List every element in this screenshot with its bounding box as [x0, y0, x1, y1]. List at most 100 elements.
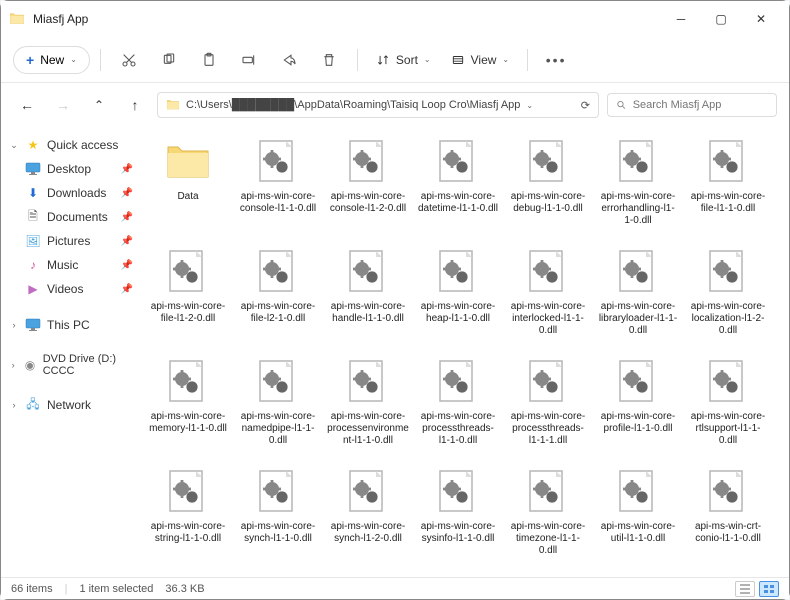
share-button[interactable]: [271, 44, 307, 76]
chevron-down-icon: ⌄: [502, 55, 509, 64]
sidebar-item-videos[interactable]: ▶ Videos 📌: [3, 277, 139, 301]
file-item[interactable]: api-ms-win-core-processenvironment-l1-1-…: [325, 355, 411, 463]
network-icon: 🖧: [25, 397, 41, 413]
dll-icon: [254, 249, 302, 297]
file-label: api-ms-win-core-synch-l1-2-0.dll: [327, 521, 409, 545]
view-label: View: [471, 53, 497, 67]
file-item[interactable]: api-ms-win-crt-conio-l1-1-0.dll: [685, 465, 771, 573]
more-button[interactable]: •••: [538, 44, 574, 76]
file-item[interactable]: api-ms-win-core-handle-l1-1-0.dll: [325, 245, 411, 353]
delete-icon: [321, 52, 337, 68]
file-item[interactable]: api-ms-win-core-file-l1-2-0.dll: [145, 245, 231, 353]
file-item[interactable]: api-ms-win-core-processthreads-l1-1-0.dl…: [415, 355, 501, 463]
file-item[interactable]: api-ms-win-core-console-l1-2-0.dll: [325, 135, 411, 243]
file-item[interactable]: api-ms-win-core-synch-l1-1-0.dll: [235, 465, 321, 573]
music-icon: ♪: [25, 257, 41, 273]
sidebar-item-desktop[interactable]: Desktop 📌: [3, 157, 139, 181]
sidebar-item-network[interactable]: › 🖧 Network: [3, 393, 139, 417]
refresh-button[interactable]: ⟳: [581, 99, 590, 112]
file-item[interactable]: api-ms-win-core-heap-l1-1-0.dll: [415, 245, 501, 353]
file-item[interactable]: api-ms-win-core-memory-l1-1-0.dll: [145, 355, 231, 463]
sort-button[interactable]: Sort ⌄: [368, 49, 439, 71]
dll-icon: [704, 469, 752, 517]
file-item[interactable]: api-ms-win-core-libraryloader-l1-1-0.dll: [595, 245, 681, 353]
sort-icon: [376, 53, 390, 67]
view-icon: [451, 53, 465, 67]
dll-icon: [614, 469, 662, 517]
new-button[interactable]: + New ⌄: [13, 46, 90, 74]
sidebar-item-this-pc[interactable]: › This PC: [3, 313, 139, 337]
downloads-icon: ⬇: [25, 185, 41, 201]
sidebar-label: Desktop: [47, 162, 91, 176]
file-item[interactable]: api-ms-win-core-namedpipe-l1-1-0.dll: [235, 355, 321, 463]
file-item[interactable]: api-ms-win-core-rtlsupport-l1-1-0.dll: [685, 355, 771, 463]
search-box[interactable]: [607, 93, 777, 117]
file-item[interactable]: api-ms-win-core-sysinfo-l1-1-0.dll: [415, 465, 501, 573]
file-label: api-ms-win-core-timezone-l1-1-0.dll: [507, 521, 589, 557]
file-list[interactable]: Dataapi-ms-win-core-console-l1-1-0.dllap…: [141, 127, 789, 577]
icons-view-button[interactable]: [759, 581, 779, 597]
delete-button[interactable]: [311, 44, 347, 76]
sidebar-item-documents[interactable]: 🗎 Documents 📌: [3, 205, 139, 229]
sidebar: ⌄ ★ Quick access Desktop 📌 ⬇ Downloads 📌…: [1, 127, 141, 577]
videos-icon: ▶: [25, 281, 41, 297]
file-item[interactable]: api-ms-win-core-util-l1-1-0.dll: [595, 465, 681, 573]
cut-icon: [121, 52, 137, 68]
item-count: 66 items: [11, 583, 53, 595]
dvd-label: DVD Drive (D:) CCCC: [43, 353, 133, 377]
sidebar-item-quick-access[interactable]: ⌄ ★ Quick access: [3, 133, 139, 157]
chevron-down-icon: ⌄: [424, 55, 431, 64]
close-button[interactable]: ✕: [753, 11, 769, 27]
file-item[interactable]: api-ms-win-core-datetime-l1-1-0.dll: [415, 135, 501, 243]
list-icon: [739, 584, 751, 594]
rename-button[interactable]: [231, 44, 267, 76]
sidebar-label: Music: [47, 258, 78, 272]
sidebar-item-dvd[interactable]: › ◉ DVD Drive (D:) CCCC: [3, 349, 139, 381]
chevron-right-icon: ›: [9, 400, 19, 410]
file-label: api-ms-win-core-synch-l1-1-0.dll: [237, 521, 319, 545]
file-item[interactable]: api-ms-win-core-file-l1-1-0.dll: [685, 135, 771, 243]
file-item[interactable]: api-ms-win-core-debug-l1-1-0.dll: [505, 135, 591, 243]
dll-icon: [704, 139, 752, 187]
file-label: api-ms-win-core-libraryloader-l1-1-0.dll: [597, 301, 679, 337]
file-item[interactable]: api-ms-win-core-file-l2-1-0.dll: [235, 245, 321, 353]
file-item[interactable]: api-ms-win-core-localization-l1-2-0.dll: [685, 245, 771, 353]
paste-button[interactable]: [191, 44, 227, 76]
cut-button[interactable]: [111, 44, 147, 76]
file-item[interactable]: api-ms-win-core-string-l1-1-0.dll: [145, 465, 231, 573]
grid-icon: [763, 584, 775, 594]
file-label: api-ms-win-core-memory-l1-1-0.dll: [147, 411, 229, 435]
forward-button[interactable]: →: [49, 91, 77, 119]
file-item[interactable]: api-ms-win-core-errorhandling-l1-1-0.dll: [595, 135, 681, 243]
address-bar: ← → ⌃ ↑ C:\Users\████████\AppData\Roamin…: [1, 83, 789, 127]
sidebar-item-downloads[interactable]: ⬇ Downloads 📌: [3, 181, 139, 205]
up-button[interactable]: ⌃: [85, 91, 113, 119]
file-label: api-ms-win-core-processthreads-l1-1-1.dl…: [507, 411, 589, 447]
file-item[interactable]: api-ms-win-core-console-l1-1-0.dll: [235, 135, 321, 243]
star-icon: ★: [25, 137, 41, 153]
view-button[interactable]: View ⌄: [443, 49, 518, 71]
file-item[interactable]: api-ms-win-core-processthreads-l1-1-1.dl…: [505, 355, 591, 463]
file-item[interactable]: api-ms-win-core-profile-l1-1-0.dll: [595, 355, 681, 463]
maximize-button[interactable]: ▢: [713, 11, 729, 27]
details-view-button[interactable]: [735, 581, 755, 597]
folder-item[interactable]: Data: [145, 135, 231, 243]
minimize-button[interactable]: ─: [673, 11, 689, 27]
copy-button[interactable]: [151, 44, 187, 76]
file-item[interactable]: api-ms-win-core-timezone-l1-1-0.dll: [505, 465, 591, 573]
search-input[interactable]: [633, 99, 768, 111]
up-one-level-button[interactable]: ↑: [121, 91, 149, 119]
address-input[interactable]: C:\Users\████████\AppData\Roaming\Taisiq…: [157, 92, 599, 118]
back-button[interactable]: ←: [13, 91, 41, 119]
file-label: api-ms-win-core-profile-l1-1-0.dll: [597, 411, 679, 435]
rename-icon: [241, 52, 257, 68]
dll-icon: [254, 139, 302, 187]
dll-icon: [254, 359, 302, 407]
file-label: api-ms-win-core-debug-l1-1-0.dll: [507, 191, 589, 215]
sidebar-item-music[interactable]: ♪ Music 📌: [3, 253, 139, 277]
dll-icon: [704, 359, 752, 407]
sidebar-item-pictures[interactable]: 🖼 Pictures 📌: [3, 229, 139, 253]
file-item[interactable]: api-ms-win-core-interlocked-l1-1-0.dll: [505, 245, 591, 353]
file-item[interactable]: api-ms-win-core-synch-l1-2-0.dll: [325, 465, 411, 573]
file-label: api-ms-win-core-errorhandling-l1-1-0.dll: [597, 191, 679, 227]
